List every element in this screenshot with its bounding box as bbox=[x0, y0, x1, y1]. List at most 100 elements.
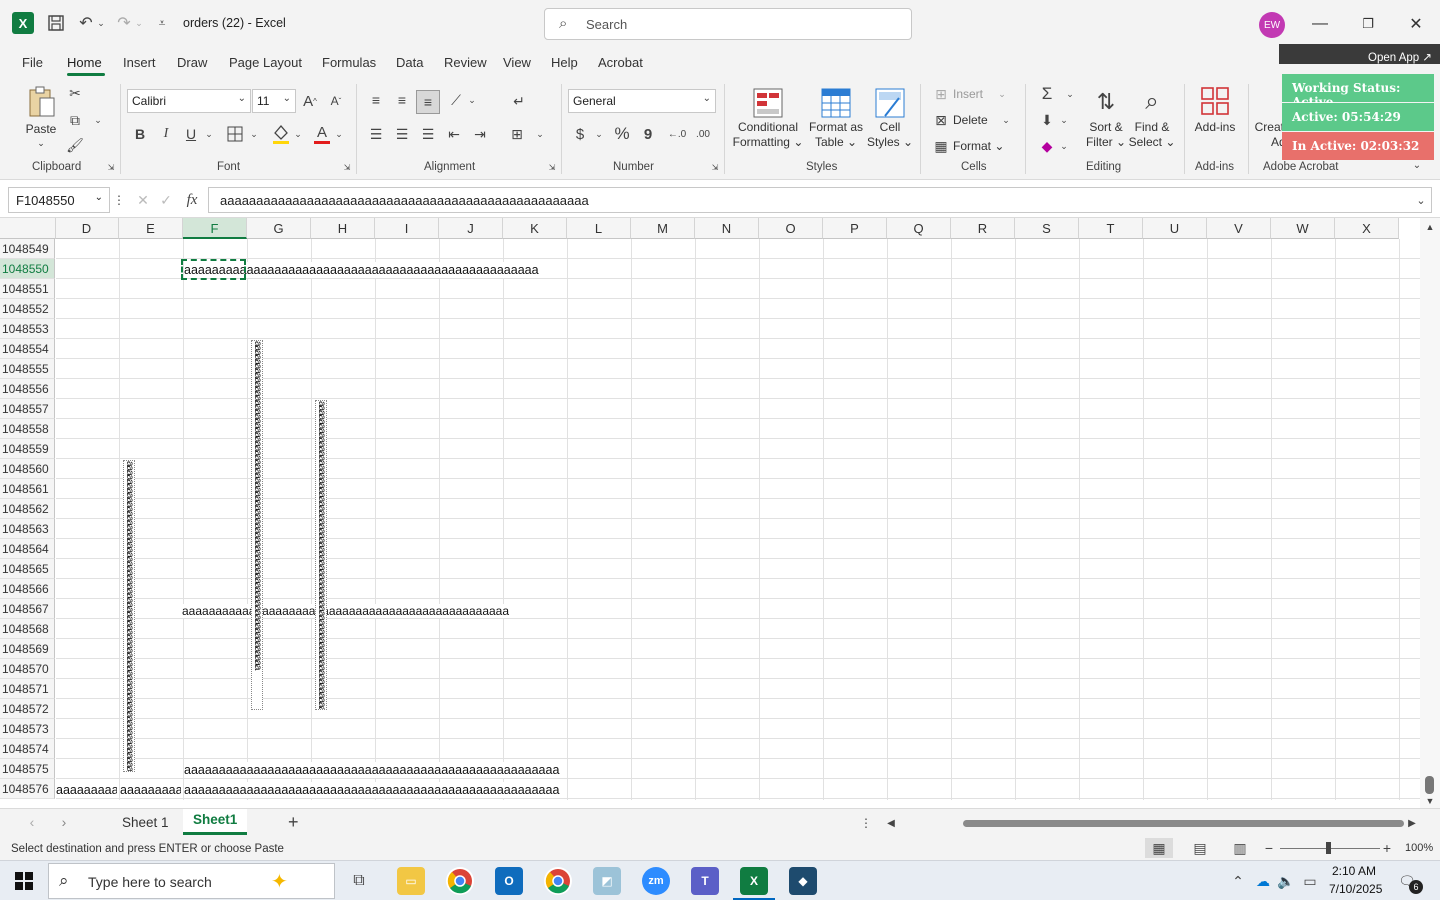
tab-acrobat[interactable]: Acrobat bbox=[598, 55, 643, 70]
page-layout-view-icon[interactable]: ▤ bbox=[1189, 838, 1211, 858]
autosum-dropdown-icon[interactable]: ⌄ bbox=[1064, 87, 1076, 101]
font-color-dropdown-icon[interactable]: ⌄ bbox=[333, 125, 345, 143]
fill-icon[interactable]: ⬇ bbox=[1038, 111, 1056, 129]
column-header-v[interactable]: V bbox=[1207, 218, 1271, 239]
conditional-formatting-button[interactable]: Conditional Formatting ⌄ bbox=[730, 120, 806, 150]
task-view-icon[interactable]: ⧉ bbox=[347, 870, 371, 892]
row-header-1048564[interactable]: 1048564 bbox=[0, 539, 55, 559]
row-header-1048574[interactable]: 1048574 bbox=[0, 739, 55, 759]
row-header-1048553[interactable]: 1048553 bbox=[0, 319, 55, 339]
file-explorer-icon[interactable]: ▭ bbox=[397, 867, 425, 895]
zoom-slider-thumb[interactable] bbox=[1326, 842, 1331, 854]
wrap-text-icon[interactable]: ↵ bbox=[508, 90, 530, 112]
cell-h-vertical[interactable]: aaaaaaaaaaaaaaaaaaaaaaaaaaaaaaaaaaaaaaaa… bbox=[315, 400, 327, 710]
delete-cells-icon[interactable]: ⊠ bbox=[932, 112, 950, 128]
row-header-1048551[interactable]: 1048551 bbox=[0, 279, 55, 299]
minimize-icon[interactable]: — bbox=[1305, 10, 1335, 38]
show-hidden-icons-icon[interactable]: ⌃ bbox=[1230, 871, 1246, 891]
tab-view[interactable]: View bbox=[503, 55, 531, 70]
currency-icon[interactable]: $ bbox=[570, 123, 590, 145]
onedrive-icon[interactable]: ☁ bbox=[1253, 871, 1273, 891]
zoom-level[interactable]: 100% bbox=[1405, 842, 1433, 854]
orientation-icon[interactable]: ⟋ bbox=[446, 90, 466, 110]
row-header-1048559[interactable]: 1048559 bbox=[0, 439, 55, 459]
cell-f1048575[interactable]: aaaaaaaaaaaaaaaaaaaaaaaaaaaaaaaaaaaaaaaa… bbox=[184, 762, 560, 778]
align-right-icon[interactable]: ☰ bbox=[418, 123, 438, 145]
row-header-1048550[interactable]: 1048550 bbox=[0, 259, 55, 279]
merge-dropdown-icon[interactable]: ⌄ bbox=[534, 125, 546, 143]
row-header-1048556[interactable]: 1048556 bbox=[0, 379, 55, 399]
fill-color-icon[interactable] bbox=[270, 122, 292, 146]
font-launcher-icon[interactable]: ⇲ bbox=[342, 162, 352, 172]
avatar[interactable]: EW bbox=[1259, 12, 1285, 38]
row-header-1048554[interactable]: 1048554 bbox=[0, 339, 55, 359]
sheet-tab-sheet1[interactable]: Sheet1 bbox=[183, 809, 247, 835]
paste-dropdown-icon[interactable]: ⌄ bbox=[35, 136, 47, 151]
clipboard-launcher-icon[interactable]: ⇲ bbox=[106, 162, 116, 172]
zoom-app-icon[interactable]: zm bbox=[642, 867, 670, 895]
scroll-up-icon[interactable]: ▲ bbox=[1424, 220, 1436, 234]
font-name-select[interactable]: Calibri ⌄ bbox=[127, 89, 251, 113]
column-header-m[interactable]: M bbox=[631, 218, 695, 239]
format-as-table-button[interactable]: Format as Table ⌄ bbox=[806, 120, 866, 150]
decrease-decimal-icon[interactable]: .00 bbox=[692, 123, 714, 145]
column-header-p[interactable]: P bbox=[823, 218, 887, 239]
currency-dropdown-icon[interactable]: ⌄ bbox=[593, 125, 605, 143]
copy-selection-marquee[interactable] bbox=[181, 259, 246, 280]
column-header-w[interactable]: W bbox=[1271, 218, 1335, 239]
column-header-s[interactable]: S bbox=[1015, 218, 1079, 239]
vertical-scroll-thumb[interactable] bbox=[1425, 776, 1434, 794]
windows-start-icon[interactable] bbox=[12, 869, 36, 893]
close-icon[interactable]: ✕ bbox=[1401, 10, 1431, 38]
confirm-entry-icon[interactable]: ✓ bbox=[157, 191, 175, 209]
delete-cells-button[interactable]: Delete bbox=[953, 113, 988, 128]
row-header-1048563[interactable]: 1048563 bbox=[0, 519, 55, 539]
row-header-1048573[interactable]: 1048573 bbox=[0, 719, 55, 739]
add-ins-icon[interactable] bbox=[1200, 86, 1230, 116]
format-as-table-icon[interactable] bbox=[820, 86, 852, 120]
alignment-launcher-icon[interactable]: ⇲ bbox=[547, 162, 557, 172]
restore-icon[interactable]: ❐ bbox=[1353, 10, 1383, 38]
underline-dropdown-icon[interactable]: ⌄ bbox=[203, 125, 215, 143]
row-header-1048575[interactable]: 1048575 bbox=[0, 759, 55, 779]
column-header-j[interactable]: J bbox=[439, 218, 503, 239]
customize-qat-icon[interactable]: ⩡ bbox=[151, 12, 173, 34]
row-header-1048557[interactable]: 1048557 bbox=[0, 399, 55, 419]
volume-icon[interactable]: 🔈 bbox=[1277, 871, 1295, 891]
page-break-view-icon[interactable]: ▥ bbox=[1229, 838, 1251, 858]
row-header-1048568[interactable]: 1048568 bbox=[0, 619, 55, 639]
increase-indent-icon[interactable]: ⇥ bbox=[470, 123, 490, 145]
cut-icon[interactable]: ✂ bbox=[66, 84, 84, 102]
collapse-ribbon-icon[interactable]: ⌄ bbox=[1410, 158, 1424, 172]
open-app-bar[interactable]: Open App ↗ bbox=[1279, 44, 1440, 64]
row-header-1048561[interactable]: 1048561 bbox=[0, 479, 55, 499]
row-header-1048569[interactable]: 1048569 bbox=[0, 639, 55, 659]
decrease-indent-icon[interactable]: ⇤ bbox=[444, 123, 464, 145]
cancel-entry-icon[interactable]: ✕ bbox=[134, 191, 152, 209]
align-top-icon[interactable]: ≡ bbox=[366, 90, 386, 110]
network-icon[interactable]: ▭ bbox=[1301, 871, 1319, 891]
search-input[interactable]: ⌕ Search bbox=[544, 8, 912, 40]
outlook-icon[interactable]: O bbox=[495, 867, 523, 895]
sort-filter-icon[interactable]: ⇅ bbox=[1090, 86, 1122, 118]
tab-review[interactable]: Review bbox=[444, 55, 487, 70]
increase-decimal-icon[interactable]: ←.0 bbox=[666, 123, 688, 145]
column-header-n[interactable]: N bbox=[695, 218, 759, 239]
column-header-l[interactable]: L bbox=[567, 218, 631, 239]
column-header-t[interactable]: T bbox=[1079, 218, 1143, 239]
borders-icon[interactable] bbox=[225, 123, 245, 145]
next-sheet-icon[interactable]: › bbox=[56, 814, 72, 830]
merge-center-icon[interactable]: ⊞ bbox=[506, 123, 528, 145]
scroll-right-icon[interactable]: ▶ bbox=[1405, 815, 1419, 831]
fill-dropdown-icon[interactable]: ⌄ bbox=[1058, 113, 1070, 127]
cell-styles-button[interactable]: Cell Styles ⌄ bbox=[864, 120, 916, 150]
paste-button[interactable]: Paste bbox=[24, 122, 58, 137]
column-header-d[interactable]: D bbox=[55, 218, 119, 239]
tab-insert[interactable]: Insert bbox=[123, 55, 156, 70]
undo-icon[interactable]: ↶ bbox=[75, 12, 97, 34]
excel-taskbar-icon[interactable]: X bbox=[740, 867, 768, 895]
insert-dropdown-icon[interactable]: ⌄ bbox=[996, 87, 1008, 101]
cell-e-vertical[interactable]: aaaaaaaaaaaaaaaaaaaaaaaaaaaaaaaaaaaaaaaa… bbox=[123, 460, 135, 772]
sort-filter-button[interactable]: Sort & Filter ⌄ bbox=[1082, 120, 1130, 150]
column-header-q[interactable]: Q bbox=[887, 218, 951, 239]
